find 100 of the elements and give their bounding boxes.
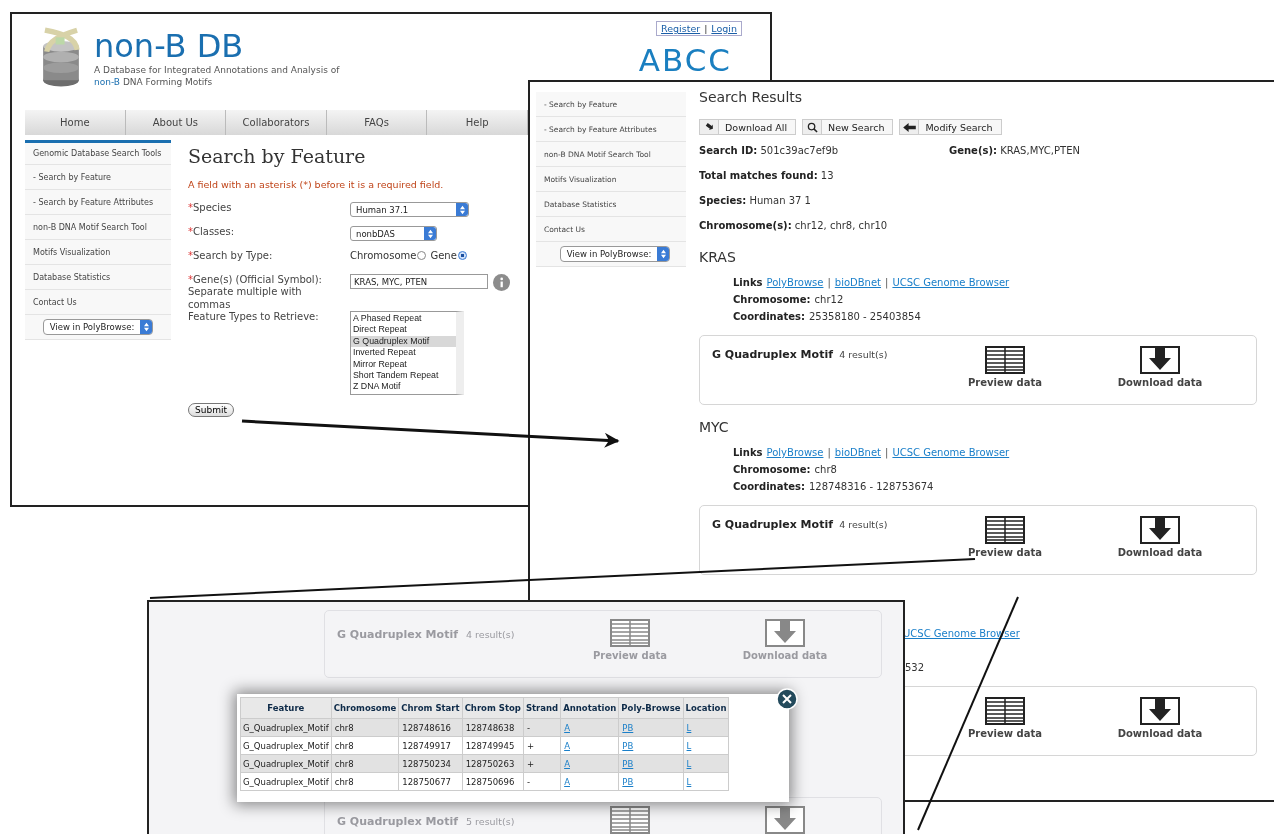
summary-value: KRAS,MYC,PTEN xyxy=(1000,145,1080,156)
links-label: Links xyxy=(733,447,763,458)
table-link[interactable]: PB xyxy=(622,740,634,751)
sidebar-item[interactable]: Motifs Visualization xyxy=(25,240,171,265)
list-option[interactable]: Z DNA Motif xyxy=(351,381,456,393)
result-count: 4 result(s) xyxy=(839,519,888,530)
list-option[interactable]: Short Tandem Repeat xyxy=(351,370,456,382)
list-option[interactable]: Direct Repeat xyxy=(351,324,456,336)
field-label: *Gene(s) (Official Symbol): xyxy=(188,274,323,285)
close-icon[interactable] xyxy=(776,688,798,710)
table-link[interactable]: A xyxy=(564,776,570,787)
table-cell: G_Quadruplex_Motif xyxy=(240,772,332,791)
required-note: A field with an asterisk (*) before it is a required field. xyxy=(188,179,445,190)
sidebar-item[interactable]: non-B DNA Motif Search Tool xyxy=(25,215,171,240)
summary-label: Gene(s): xyxy=(949,145,997,156)
table-link[interactable]: L xyxy=(686,740,692,751)
radio-label: Gene xyxy=(430,250,457,261)
tagline-text: DNA Forming Motifs xyxy=(122,77,213,87)
feature-type-list[interactable]: A Phased Repeat Direct Repeat G Quadruplex Motif Inverted Repeat Mirror Repeat Short Tandem Repeat Z DNA Motif xyxy=(350,311,464,395)
table-cell: G_Quadruplex_Motif xyxy=(240,736,332,755)
download-icon xyxy=(1140,697,1180,725)
polybrowse-dropdown[interactable]: View in PolyBrowse: xyxy=(42,319,154,335)
external-link[interactable]: UCSC Genome Browser xyxy=(892,277,1010,288)
link-separator: | xyxy=(885,277,889,288)
summary-value: chr12, chr8, chr10 xyxy=(794,220,888,231)
download-icon xyxy=(1140,346,1180,374)
table-link[interactable]: A xyxy=(564,740,570,751)
info-icon[interactable] xyxy=(493,274,510,291)
submit-button[interactable]: Submit xyxy=(188,402,234,417)
gene-input[interactable]: KRAS, MYC, PTEN xyxy=(350,274,488,289)
motif-name: G Quadruplex Motif xyxy=(337,815,458,828)
preview-data-button[interactable]: Preview data xyxy=(930,687,1080,755)
stepper-icon xyxy=(424,227,436,240)
sidebar-item[interactable]: Genomic Database Search Tools xyxy=(25,140,171,165)
site-tagline: A Database for Integrated Annotations and Analysis of xyxy=(94,64,340,76)
radio-button[interactable] xyxy=(457,251,467,260)
left-arrow-icon xyxy=(902,122,916,132)
field-label: *Species xyxy=(188,202,233,213)
external-link[interactable]: bioDBnet xyxy=(834,447,882,458)
table-icon xyxy=(985,346,1025,374)
download-data-button[interactable]: Download data xyxy=(1080,506,1240,574)
list-option[interactable]: G Quadruplex Motif xyxy=(351,335,456,348)
nav-tab[interactable]: About Us xyxy=(125,110,227,135)
account-link[interactable]: Login xyxy=(711,23,737,34)
motif-name: G Quadruplex Motif xyxy=(712,348,833,361)
table-cell: + xyxy=(523,736,561,755)
list-option[interactable]: A Phased Repeat xyxy=(351,313,456,325)
external-link[interactable]: UCSC Genome Browser xyxy=(892,447,1010,458)
table-cell: - xyxy=(523,772,561,791)
column-header: Chrom Start xyxy=(398,697,463,719)
toolbar-button[interactable]: Download All xyxy=(699,119,797,135)
stepper-icon xyxy=(456,203,468,216)
sidebar-item[interactable]: Database Statistics xyxy=(25,265,171,290)
result-count: 4 result(s) xyxy=(466,629,515,640)
preview-data-button[interactable]: Preview data xyxy=(930,336,1080,404)
external-link[interactable]: bioDBnet xyxy=(834,277,882,288)
link-separator: | xyxy=(704,23,708,34)
nav-tab[interactable]: Collaborators xyxy=(226,110,327,135)
column-header: Location xyxy=(683,697,729,719)
radio-button[interactable] xyxy=(417,251,427,260)
download-data-button[interactable]: Download data xyxy=(1080,336,1240,404)
external-link[interactable]: PolyBrowse xyxy=(766,277,824,288)
preview-data-button[interactable]: Preview data xyxy=(930,506,1080,574)
external-link[interactable]: PolyBrowse xyxy=(766,447,824,458)
download-data-button[interactable]: Download data xyxy=(1080,687,1240,755)
field-hint: Separate multiple with commas xyxy=(188,285,303,311)
download-icon xyxy=(704,122,714,132)
list-option[interactable]: Mirror Repeat xyxy=(351,358,456,371)
nav-tab[interactable]: Home xyxy=(25,110,126,135)
sidebar-item[interactable]: - Search by Feature xyxy=(25,165,171,190)
link-separator: | xyxy=(827,277,831,288)
nav-tab[interactable]: Help xyxy=(427,110,528,135)
toolbar-button[interactable]: New Search xyxy=(802,119,894,135)
stepper-icon xyxy=(657,247,670,261)
toolbar-button[interactable]: Modify Search xyxy=(899,119,1002,135)
table-link[interactable]: PB xyxy=(622,776,634,787)
download-icon xyxy=(765,619,805,647)
list-option[interactable]: Inverted Repeat xyxy=(351,347,456,359)
table-cell: 128750677 xyxy=(398,772,463,791)
table-link[interactable]: L xyxy=(686,776,692,787)
coordinates-value: 128748316 - 128753674 xyxy=(809,481,934,492)
column-header: Annotation xyxy=(560,697,619,719)
table-icon xyxy=(985,516,1025,544)
coordinates-value: 25358180 - 25403854 xyxy=(809,311,921,322)
select-dropdown[interactable]: Human 37.1 xyxy=(350,202,469,217)
column-header: Feature xyxy=(240,697,332,719)
search-icon xyxy=(806,121,818,133)
account-link[interactable]: Register xyxy=(661,23,701,34)
table-icon xyxy=(985,697,1025,725)
polybrowse-dropdown[interactable]: View in PolyBrowse: xyxy=(559,246,671,262)
summary-label: Search ID: xyxy=(699,145,758,156)
sidebar-item[interactable]: - Search by Feature Attributes xyxy=(25,190,171,215)
select-dropdown[interactable]: nonbDAS xyxy=(350,226,437,241)
motif-name: G Quadruplex Motif xyxy=(337,628,458,641)
field-label: *Search by Type: xyxy=(188,250,274,261)
sidebar-item[interactable]: Contact Us xyxy=(25,290,171,315)
column-header: Chrom Stop xyxy=(462,697,524,719)
motif-name: G Quadruplex Motif xyxy=(712,518,833,531)
coordinates-value: 532 xyxy=(905,662,925,673)
nav-tab[interactable]: FAQs xyxy=(326,110,428,135)
